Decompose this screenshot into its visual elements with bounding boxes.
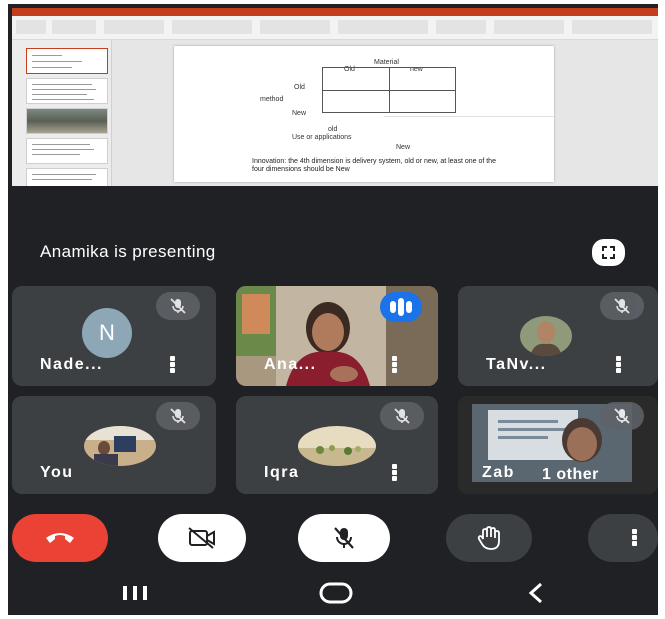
slide-thumbnail <box>26 108 108 134</box>
raise-hand-icon <box>477 526 500 550</box>
slide-new-below: New <box>396 144 411 151</box>
fullscreen-icon[interactable] <box>592 239 625 266</box>
participant-tile[interactable]: Ana... <box>236 286 438 386</box>
slide-caption: Innovation: the 4th dimension is deliver… <box>252 158 552 174</box>
slide-thumbnails <box>12 40 112 186</box>
participant-tile[interactable]: N Nade... <box>12 286 216 386</box>
mic-off-icon <box>334 527 354 549</box>
avatar <box>520 316 572 356</box>
avatar <box>84 426 156 466</box>
participant-name: Iqra <box>264 464 300 481</box>
slide-thumbnail <box>26 78 108 104</box>
recent-apps-icon[interactable] <box>120 584 150 602</box>
presenting-bar: Anamika is presenting <box>12 186 658 278</box>
slide-old-below: old <box>328 126 338 133</box>
slide-caption-line: four dimensions should be New <box>252 166 350 173</box>
slide-material-label: Material <box>374 59 399 66</box>
raise-hand-button[interactable] <box>446 514 532 562</box>
mic-off-icon <box>600 292 644 320</box>
end-call-icon <box>46 533 74 543</box>
participant-tile[interactable]: Iqra <box>236 396 438 494</box>
slide-thumbnail <box>26 168 108 186</box>
slide-old-row: Old <box>294 84 305 91</box>
avatar: N <box>82 308 132 358</box>
slide-method-label: method <box>260 96 284 103</box>
participant-tile[interactable]: TaNv... <box>458 286 658 386</box>
slide-caption-line: Innovation: the 4th dimension is deliver… <box>252 158 496 165</box>
participant-name: You <box>40 464 74 481</box>
camera-off-icon <box>188 527 215 549</box>
current-slide: Material Old new Old method New old Use … <box>174 46 554 182</box>
mic-off-icon <box>600 402 644 430</box>
meet-screen: Material Old new Old method New old Use … <box>8 4 658 615</box>
slide-thumbnail <box>26 138 108 164</box>
slide-perspective-line <box>365 116 554 138</box>
participant-tile[interactable]: You <box>12 396 216 494</box>
speaking-indicator-icon <box>380 292 422 322</box>
others-count: 1 other <box>542 466 599 483</box>
participant-name: TaNv... <box>486 356 547 373</box>
more-options-icon[interactable] <box>616 356 622 374</box>
home-icon[interactable] <box>318 581 354 605</box>
more-options-icon[interactable] <box>392 356 398 374</box>
camera-toggle-button[interactable] <box>158 514 246 562</box>
participant-name: Nade... <box>40 356 103 373</box>
end-call-button[interactable] <box>12 514 108 562</box>
participant-name: Ana... <box>264 356 317 373</box>
more-options-icon[interactable] <box>392 464 398 482</box>
mic-toggle-button[interactable] <box>298 514 390 562</box>
system-navigation-bar <box>8 570 658 615</box>
shared-screen: Material Old new Old method New old Use … <box>12 8 658 186</box>
mic-off-icon <box>156 292 200 320</box>
mic-off-icon <box>156 402 200 430</box>
powerpoint-ribbon <box>12 16 658 40</box>
more-options-button[interactable] <box>588 514 658 562</box>
slide-canvas-area: Material Old new Old method New old Use … <box>112 40 658 186</box>
slide-thumbnail <box>26 48 108 74</box>
participant-tile[interactable]: Zab 1 other <box>458 396 658 494</box>
slide-matrix <box>322 67 456 113</box>
mic-off-icon <box>380 402 424 430</box>
slide-new-row: New <box>292 110 307 117</box>
powerpoint-titlebar <box>12 8 658 16</box>
slide-use-label: Use or applications <box>292 134 352 141</box>
participant-name: Zab <box>482 464 515 481</box>
presenting-text: Anamika is presenting <box>40 242 216 261</box>
more-options-icon[interactable] <box>170 356 176 374</box>
more-options-icon <box>632 529 638 547</box>
back-icon[interactable] <box>526 581 546 605</box>
avatar <box>298 426 376 466</box>
